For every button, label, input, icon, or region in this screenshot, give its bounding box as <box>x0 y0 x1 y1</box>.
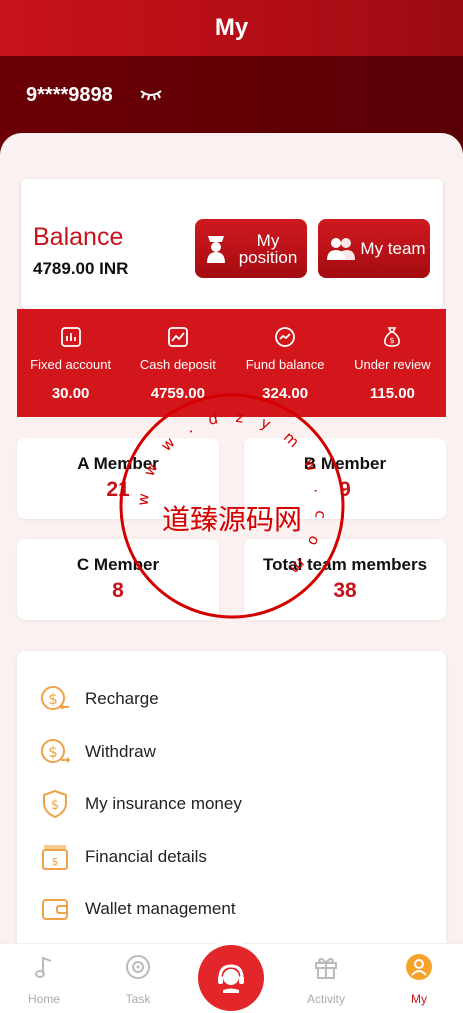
nav-task[interactable]: Task <box>98 954 178 1006</box>
stat-value: 30.00 <box>51 385 90 402</box>
withdraw-icon: $ <box>41 739 71 763</box>
insurance-icon: $ <box>43 789 67 819</box>
menu-item-wallet[interactable]: Wallet management <box>17 889 446 929</box>
menu-item-recharge[interactable]: $ Recharge <box>17 679 446 719</box>
menu-label: Financial details <box>85 847 207 866</box>
member-count: 9 <box>339 478 351 501</box>
svg-text:$: $ <box>48 690 58 708</box>
member-count: 38 <box>333 579 357 602</box>
balance-icon <box>275 327 296 347</box>
trend-icon <box>167 327 188 347</box>
stat-label: Fixed account <box>30 357 112 372</box>
stat-value: 324.00 <box>262 385 309 402</box>
menu-label: Recharge <box>85 689 159 708</box>
disc-icon <box>126 955 150 979</box>
wallet-icon <box>42 899 68 920</box>
member-title: B Member <box>303 454 387 473</box>
position-icon <box>207 235 225 263</box>
team-icon <box>327 237 355 260</box>
svg-text:$: $ <box>51 798 59 813</box>
balance-value: 4789.00 INR <box>33 259 129 278</box>
financial-icon: $ <box>42 845 68 870</box>
user-icon <box>406 954 432 980</box>
stat-value: 115.00 <box>369 385 415 402</box>
member-card-total[interactable]: Total team members 38 <box>244 539 446 620</box>
menu-card: $ Recharge $ Withdraw $ My insurance mon… <box>17 651 446 951</box>
stat-cash-deposit[interactable]: Cash deposit 4759.00 <box>124 309 231 417</box>
svg-text:$: $ <box>52 855 59 868</box>
balance-label: Balance <box>33 223 124 251</box>
recharge-icon: $ <box>41 686 69 710</box>
stat-under-review[interactable]: $ Under review 115.00 <box>339 309 446 417</box>
eye-closed-icon[interactable] <box>140 86 162 102</box>
nav-label: Home <box>27 992 60 1006</box>
member-count: 21 <box>106 478 130 501</box>
my-team-label: My team <box>360 239 426 258</box>
money-bag-icon: $ <box>384 327 401 347</box>
menu-label: Wallet management <box>85 899 236 918</box>
menu-label: Withdraw <box>85 742 156 761</box>
stat-label: Fund balance <box>245 357 325 372</box>
support-button[interactable] <box>198 945 264 1011</box>
menu-item-withdraw[interactable]: $ Withdraw <box>17 732 446 772</box>
menu-item-financial[interactable]: $ Financial details <box>17 837 446 877</box>
music-note-icon <box>35 956 52 978</box>
balance-card: Balance 4789.00 INR My position My team <box>21 179 443 309</box>
nav-my[interactable]: My <box>379 954 459 1006</box>
member-card-c[interactable]: C Member 8 <box>17 539 219 620</box>
member-title: A Member <box>77 454 159 473</box>
menu-label: My insurance money <box>85 794 242 813</box>
gift-icon <box>315 957 337 979</box>
svg-text:$: $ <box>48 743 58 761</box>
menu-item-insurance[interactable]: $ My insurance money <box>17 784 446 824</box>
stat-label: Cash deposit <box>139 357 216 372</box>
member-title: C Member <box>76 555 160 574</box>
stat-fund-balance[interactable]: Fund balance 324.00 <box>232 309 339 417</box>
my-position-button[interactable]: My position <box>195 219 307 278</box>
my-team-button[interactable]: My team <box>318 219 430 278</box>
top-header: My <box>0 0 463 56</box>
svg-text:$: $ <box>390 336 395 345</box>
stat-value: 4759.00 <box>150 385 205 402</box>
member-title: Total team members <box>262 555 428 574</box>
member-count: 8 <box>112 579 124 602</box>
my-position-label: My position <box>238 230 298 267</box>
nav-label: Task <box>125 992 151 1006</box>
user-phone: 9****9898 <box>26 84 113 106</box>
nav-label: My <box>411 992 427 1006</box>
nav-home[interactable]: Home <box>4 954 84 1006</box>
chart-icon <box>60 327 81 347</box>
nav-label: Activity <box>306 992 345 1006</box>
page-title: My <box>214 14 249 41</box>
nav-activity[interactable]: Activity <box>286 954 366 1006</box>
stat-label: Under review <box>354 357 431 372</box>
stat-fixed-account[interactable]: Fixed account 30.00 <box>17 309 124 417</box>
support-icon <box>218 964 244 993</box>
member-card-a[interactable]: A Member 21 <box>17 438 219 519</box>
member-card-b[interactable]: B Member 9 <box>244 438 446 519</box>
stats-bar: Fixed account 30.00 Cash deposit 4759.00… <box>17 309 446 417</box>
